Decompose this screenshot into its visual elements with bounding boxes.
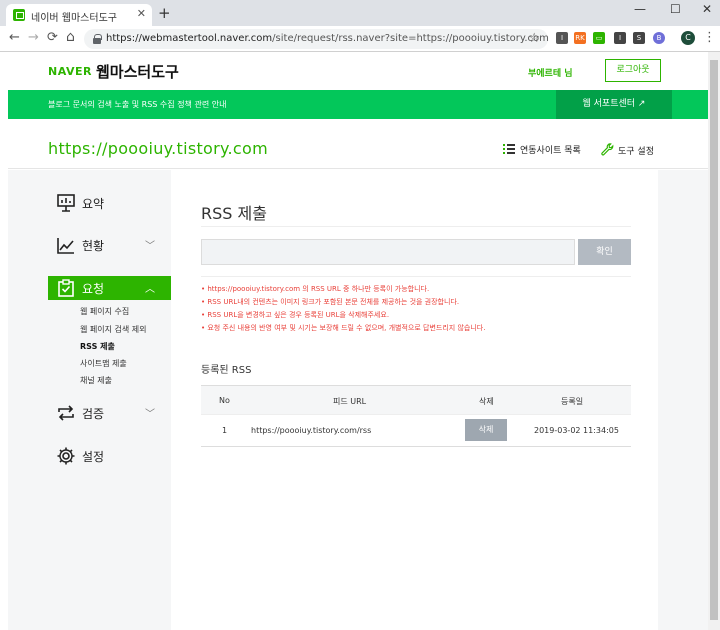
- column-header-no: No: [219, 396, 230, 405]
- right-gutter: [658, 170, 708, 630]
- back-arrow-icon[interactable]: ←: [9, 30, 20, 45]
- sidebar-item-request[interactable]: 요청 ︿: [48, 276, 171, 300]
- ext-4-icon[interactable]: I: [614, 32, 626, 44]
- wrench-icon: [601, 143, 614, 156]
- notice-text: • RSS URL을 변경하고 싶은 경우 등록된 URL을 삭제해주세요.: [201, 311, 390, 319]
- table-header: No 피드 URL 삭제 등록일: [201, 385, 631, 415]
- confirm-button[interactable]: 확인: [578, 239, 631, 265]
- forward-arrow-icon[interactable]: →: [28, 30, 39, 45]
- notice-text: • RSS URL내의 컨텐츠는 이미지 링크가 포함된 본문 전체를 제공하는…: [201, 298, 460, 306]
- ext-1-icon[interactable]: I: [556, 32, 568, 44]
- vertical-scrollbar[interactable]: [708, 52, 720, 630]
- naver-logo[interactable]: NAVER: [48, 65, 92, 78]
- ext-5-icon[interactable]: S: [633, 32, 645, 44]
- tab-close-icon[interactable]: ✕: [137, 7, 146, 20]
- gear-icon: [57, 447, 75, 465]
- tab-title: 네이버 웹마스터도구: [31, 13, 117, 24]
- chevron-down-icon: ﹀: [145, 241, 155, 252]
- cell-no: 1: [222, 426, 228, 435]
- column-header-date: 등록일: [561, 397, 584, 406]
- reload-icon[interactable]: ⟳: [47, 30, 58, 45]
- submenu-rss-submit[interactable]: RSS 제출: [80, 341, 115, 352]
- user-name[interactable]: 부에르테 님: [528, 66, 573, 79]
- browser-tab[interactable]: 네이버 웹마스터도구 ✕: [6, 4, 152, 26]
- linked-sites-label: 연동사이트 목록: [520, 146, 581, 156]
- browser-toolbar: ← → ⟳ ⌂ https://webmastertool.naver.com/…: [0, 26, 720, 52]
- swap-arrows-icon: [58, 405, 74, 421]
- notice-banner: 블로그 문서의 검색 노출 및 RSS 수집 정책 관련 안내 웹 서포트센터 …: [8, 90, 708, 119]
- chevron-down-icon: ﹀: [145, 409, 155, 420]
- sidebar-item-label: 요약: [82, 197, 105, 211]
- site-header: https://poooiuy.tistory.com 연동사이트 목록 도구 …: [8, 119, 708, 169]
- tool-settings-label: 도구 설정: [618, 147, 654, 157]
- profile-avatar[interactable]: C: [681, 31, 695, 45]
- sidebar-item-label: 검증: [82, 407, 105, 421]
- address-bar[interactable]: https://webmastertool.naver.com/site/req…: [84, 29, 549, 49]
- column-header-feed-url: 피드 URL: [333, 397, 367, 406]
- scrollbar-thumb[interactable]: [710, 60, 718, 620]
- delete-button[interactable]: 삭제: [465, 419, 507, 441]
- minimize-button[interactable]: —: [634, 2, 646, 16]
- page-title: RSS 제출: [201, 204, 267, 223]
- webmaster-page: NAVER 웹마스터도구 부에르테 님 로그아웃 블로그 문서의 검색 노출 및…: [8, 52, 708, 630]
- naver-favicon-icon: [13, 9, 25, 21]
- registered-rss-title: 등록된 RSS: [201, 365, 252, 376]
- support-center-button[interactable]: 웹 서포트센터 ↗: [556, 90, 672, 119]
- cell-date: 2019-03-02 11:34:05: [534, 426, 619, 435]
- chevron-up-icon: ︿: [145, 284, 155, 295]
- browser-tab-strip: 네이버 웹마스터도구 ✕ + — ☐ ✕: [0, 0, 720, 26]
- lock-icon: [93, 34, 102, 44]
- divider: [201, 226, 631, 227]
- ext-6-icon[interactable]: B: [653, 32, 665, 44]
- sidebar-item-summary[interactable]: 요약: [48, 191, 171, 215]
- linked-sites-button[interactable]: 연동사이트 목록: [503, 143, 581, 156]
- submenu-channel-submit[interactable]: 채널 제출: [80, 375, 112, 386]
- service-title[interactable]: 웹마스터도구: [96, 61, 179, 82]
- submenu-page-collect[interactable]: 웹 페이지 수집: [80, 306, 129, 317]
- table-row: 1 https://poooiuy.tistory.com/rss 삭제 201…: [201, 415, 631, 447]
- maximize-button[interactable]: ☐: [670, 2, 681, 16]
- bookmark-star-icon[interactable]: ☆: [528, 31, 540, 46]
- notice-text: • 요청 주신 내용의 반영 여부 및 시기는 보장해 드릴 수 없으며, 개별…: [201, 324, 486, 332]
- column-header-delete: 삭제: [479, 397, 494, 406]
- clipboard-check-icon: [58, 279, 74, 297]
- tool-settings-button[interactable]: 도구 설정: [601, 143, 654, 157]
- list-icon: [503, 144, 515, 154]
- ext-2-icon[interactable]: RK: [574, 32, 586, 44]
- top-header: NAVER 웹마스터도구 부에르테 님 로그아웃: [8, 52, 708, 90]
- sidebar-item-status[interactable]: 현황 ﹀: [48, 233, 171, 257]
- rss-url-input[interactable]: [201, 239, 575, 265]
- notice-text: • https://poooiuy.tistory.com 의 RSS URL …: [201, 285, 430, 293]
- new-tab-button[interactable]: +: [158, 4, 171, 22]
- presentation-board-icon: [57, 194, 75, 212]
- logout-button[interactable]: 로그아웃: [605, 59, 661, 82]
- address-url: https://webmastertool.naver.com/site/req…: [106, 33, 549, 44]
- submenu-sitemap-submit[interactable]: 사이트맵 제출: [80, 358, 127, 369]
- submenu-page-exclude[interactable]: 웹 페이지 검색 제외: [80, 324, 147, 335]
- sidebar-item-label: 현황: [82, 239, 105, 253]
- sidebar-item-settings[interactable]: 설정: [48, 444, 171, 468]
- browser-menu-icon[interactable]: ⋮: [703, 30, 716, 45]
- site-url[interactable]: https://poooiuy.tistory.com: [48, 139, 268, 158]
- cell-feed-url: https://poooiuy.tistory.com/rss: [251, 426, 372, 435]
- home-icon[interactable]: ⌂: [66, 29, 75, 45]
- notice-banner-link[interactable]: 블로그 문서의 검색 노출 및 RSS 수집 정책 관련 안내: [48, 99, 226, 110]
- line-chart-icon: [57, 238, 74, 254]
- sidebar-item-label: 요청: [82, 282, 105, 296]
- divider: [201, 276, 631, 277]
- ext-3-icon[interactable]: ▭: [593, 32, 605, 44]
- close-window-button[interactable]: ✕: [702, 2, 712, 16]
- sidebar-item-label: 설정: [82, 450, 105, 464]
- sidebar-item-verify[interactable]: 검증 ﹀: [48, 401, 171, 425]
